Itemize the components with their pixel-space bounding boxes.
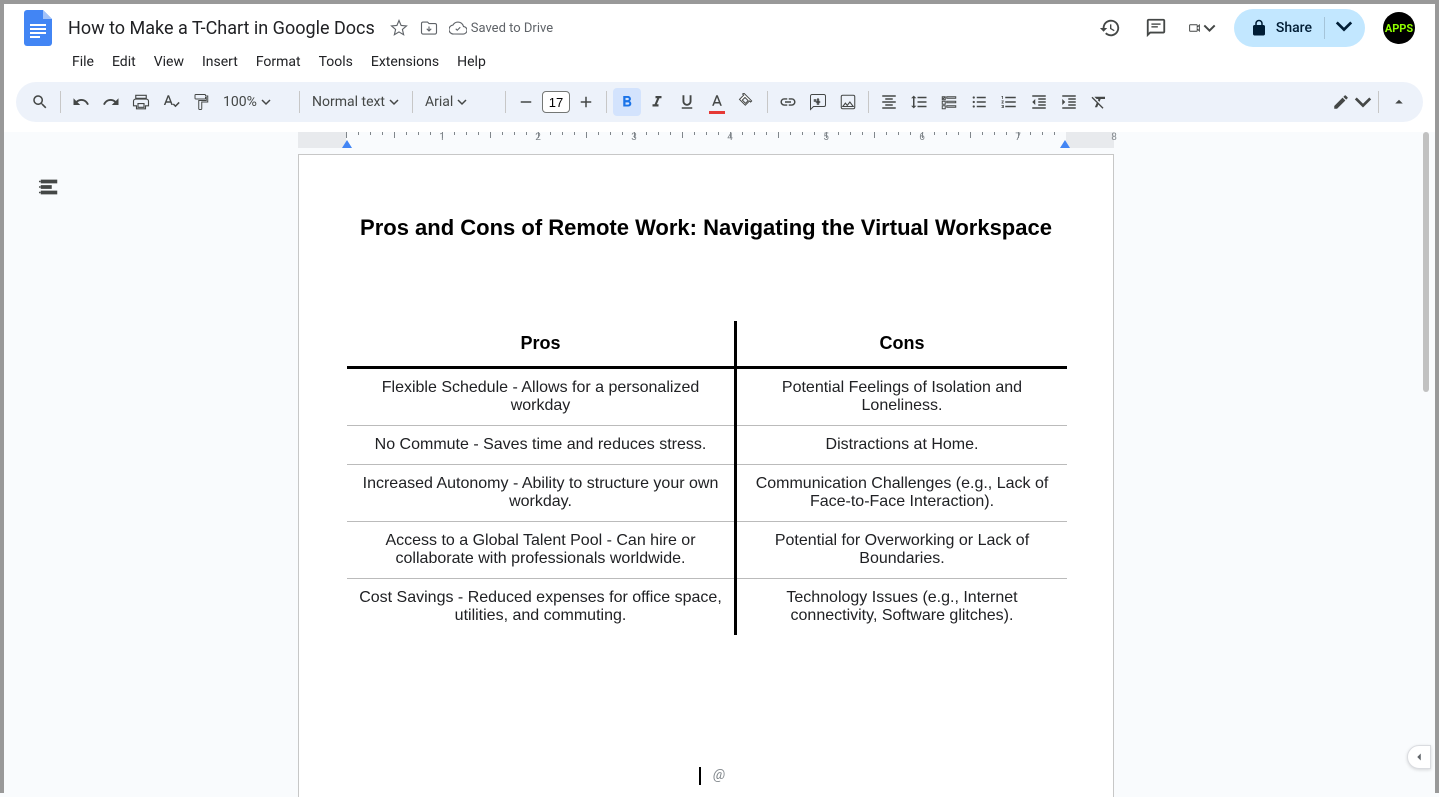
document-page[interactable]: Pros and Cons of Remote Work: Navigating… <box>298 154 1114 797</box>
column-header[interactable]: Cons <box>735 321 1067 368</box>
spellcheck-icon[interactable] <box>157 88 185 116</box>
document-title[interactable]: How to Make a T-Chart in Google Docs <box>64 16 379 41</box>
clear-format-icon[interactable] <box>1085 88 1113 116</box>
increase-indent-icon[interactable] <box>1055 88 1083 116</box>
table-row[interactable]: Cost Savings - Reduced expenses for offi… <box>347 579 1067 636</box>
menu-view[interactable]: View <box>146 50 192 74</box>
decrease-indent-icon[interactable] <box>1025 88 1053 116</box>
collapse-toolbar-icon[interactable] <box>1385 88 1413 116</box>
menu-insert[interactable]: Insert <box>194 50 246 74</box>
paint-format-icon[interactable] <box>187 88 215 116</box>
redo-icon[interactable] <box>97 88 125 116</box>
share-button[interactable]: Share <box>1234 9 1365 47</box>
menu-extensions[interactable]: Extensions <box>363 50 447 74</box>
table-cell[interactable]: Cost Savings - Reduced expenses for offi… <box>347 579 735 636</box>
table-row[interactable]: Access to a Global Talent Pool - Can hir… <box>347 522 1067 579</box>
font-dropdown[interactable]: Arial <box>419 88 499 116</box>
align-dropdown[interactable] <box>875 88 903 116</box>
insert-link-icon[interactable] <box>774 88 802 116</box>
menu-help[interactable]: Help <box>449 50 494 74</box>
document-heading[interactable]: Pros and Cons of Remote Work: Navigating… <box>347 215 1065 241</box>
menu-bar: FileEditViewInsertFormatToolsExtensionsH… <box>16 48 1423 76</box>
increase-font-icon[interactable] <box>572 88 600 116</box>
ruler-label: 8 <box>1111 132 1117 143</box>
outline-toggle-icon[interactable] <box>34 172 64 202</box>
meet-icon[interactable] <box>1188 14 1216 42</box>
cloud-status[interactable]: Saved to Drive <box>449 19 553 37</box>
account-avatar[interactable]: APPS <box>1383 12 1415 44</box>
highlight-button[interactable] <box>733 88 761 116</box>
docs-logo-icon[interactable] <box>20 10 56 46</box>
line-spacing-icon[interactable] <box>905 88 933 116</box>
right-indent-marker[interactable] <box>1060 140 1070 153</box>
side-panel-toggle-icon[interactable] <box>1407 745 1431 769</box>
bulleted-list-icon[interactable] <box>965 88 993 116</box>
table-cell[interactable]: Access to a Global Talent Pool - Can hir… <box>347 522 735 579</box>
left-indent-marker[interactable] <box>342 140 352 153</box>
table-cell[interactable]: No Commute - Saves time and reduces stre… <box>347 426 735 465</box>
text-cursor <box>699 767 701 785</box>
paragraph-style-dropdown[interactable]: Normal text <box>306 88 406 116</box>
table-row[interactable]: Flexible Schedule - Allows for a persona… <box>347 368 1067 426</box>
undo-icon[interactable] <box>67 88 95 116</box>
table-cell[interactable]: Flexible Schedule - Allows for a persona… <box>347 368 735 426</box>
table-row[interactable]: Increased Autonomy - Ability to structur… <box>347 465 1067 522</box>
text-color-button[interactable] <box>703 88 731 116</box>
comment-icon[interactable] <box>1142 14 1170 42</box>
menu-tools[interactable]: Tools <box>311 50 361 74</box>
editing-mode-button[interactable] <box>1332 88 1372 116</box>
table-cell[interactable]: Distractions at Home. <box>735 426 1067 465</box>
history-icon[interactable] <box>1096 14 1124 42</box>
bold-button[interactable] <box>613 88 641 116</box>
font-size-input[interactable] <box>542 91 570 113</box>
horizontal-ruler[interactable]: 12345678 <box>4 132 1435 148</box>
star-icon[interactable] <box>389 18 409 38</box>
mention-hint: @ <box>713 767 725 783</box>
menu-file[interactable]: File <box>64 50 102 74</box>
table-row[interactable]: No Commute - Saves time and reduces stre… <box>347 426 1067 465</box>
save-status-text: Saved to Drive <box>471 21 553 36</box>
toolbar: 100% Normal text Arial <box>16 82 1423 122</box>
checklist-icon[interactable] <box>935 88 963 116</box>
table-cell[interactable]: Technology Issues (e.g., Internet connec… <box>735 579 1067 636</box>
decrease-font-icon[interactable] <box>512 88 540 116</box>
italic-button[interactable] <box>643 88 671 116</box>
numbered-list-icon[interactable] <box>995 88 1023 116</box>
print-icon[interactable] <box>127 88 155 116</box>
move-icon[interactable] <box>419 18 439 38</box>
column-header[interactable]: Pros <box>347 321 735 368</box>
table-cell[interactable]: Potential Feelings of Isolation and Lone… <box>735 368 1067 426</box>
share-label: Share <box>1276 20 1312 36</box>
table-cell[interactable]: Potential for Overworking or Lack of Bou… <box>735 522 1067 579</box>
table-cell[interactable]: Communication Challenges (e.g., Lack of … <box>735 465 1067 522</box>
search-icon[interactable] <box>26 88 54 116</box>
insert-image-icon[interactable] <box>834 88 862 116</box>
insert-comment-icon[interactable] <box>804 88 832 116</box>
vertical-scrollbar[interactable] <box>1423 132 1429 392</box>
menu-edit[interactable]: Edit <box>104 50 144 74</box>
share-dropdown-icon[interactable] <box>1324 17 1353 39</box>
t-chart-table[interactable]: ProsCons Flexible Schedule - Allows for … <box>347 321 1067 635</box>
menu-format[interactable]: Format <box>248 50 309 74</box>
zoom-dropdown[interactable]: 100% <box>217 88 293 116</box>
table-cell[interactable]: Increased Autonomy - Ability to structur… <box>347 465 735 522</box>
underline-button[interactable] <box>673 88 701 116</box>
